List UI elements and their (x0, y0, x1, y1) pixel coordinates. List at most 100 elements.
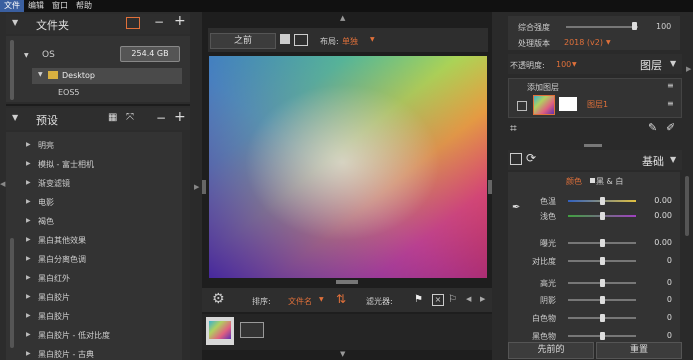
presets-scrollbar[interactable] (10, 238, 14, 348)
right-panel-splitter[interactable] (584, 144, 602, 147)
preset-expand-icon[interactable]: ▶ (26, 312, 31, 319)
presets-minus-icon[interactable]: − (156, 112, 166, 124)
version-chevron-down-icon[interactable]: ▼ (606, 39, 611, 46)
collapse-triangle-icon[interactable]: ▼ (12, 18, 18, 27)
presets-plus-icon[interactable]: + (174, 110, 186, 124)
sort-chevron-down-icon[interactable]: ▼ (319, 296, 324, 303)
preset-expand-icon[interactable]: ▶ (26, 160, 31, 167)
preset-expand-icon[interactable]: ▶ (26, 179, 31, 186)
reject-icon[interactable]: × (432, 294, 444, 306)
slider-thumb[interactable] (600, 314, 605, 322)
thumbnail-placeholder[interactable] (240, 322, 264, 338)
plus-icon[interactable]: + (174, 14, 186, 28)
grid-view-icon[interactable]: ▦ (108, 112, 117, 124)
reset-button[interactable]: 重置 (596, 342, 682, 359)
preset-item[interactable]: 黑白分离色调 (38, 254, 86, 265)
preset-item[interactable]: 模拟 - 富士相机 (38, 159, 94, 170)
sort-order-icon[interactable]: ⇅ (336, 292, 346, 306)
unflag-icon[interactable]: ⚐ (448, 294, 457, 305)
expand-icon[interactable]: ⤧ (126, 112, 134, 124)
crop-icon[interactable]: ⌗ (510, 121, 517, 136)
preset-item[interactable]: 黑白其他效果 (38, 235, 86, 246)
basic-scrollbar[interactable] (685, 176, 689, 236)
sub-folder-label[interactable]: EOS5 (58, 88, 80, 97)
collapse-bottom-icon[interactable]: ▼ (340, 350, 345, 358)
preset-item[interactable]: 电影 (38, 197, 54, 208)
layer-mask[interactable] (559, 97, 577, 111)
minus-icon[interactable]: − (154, 16, 164, 28)
compare-icon[interactable] (280, 34, 290, 44)
opacity-dropdown[interactable]: 100 (556, 60, 571, 69)
layout-dropdown[interactable]: 单独 (342, 36, 358, 47)
preset-item[interactable]: 黑白胶片 (38, 292, 70, 303)
slider-thumb[interactable] (600, 332, 605, 340)
bottom-splitter[interactable] (336, 280, 358, 284)
layers-chevron-down-icon[interactable]: ▼ (670, 59, 676, 68)
slider-thumb[interactable] (600, 296, 605, 304)
slider-thumb[interactable] (600, 279, 605, 287)
slider-thumb[interactable] (600, 212, 605, 220)
menu-window[interactable]: 窗口 (48, 0, 72, 12)
preset-expand-icon[interactable]: ▶ (26, 293, 31, 300)
preset-item[interactable]: 明亮 (38, 140, 54, 151)
preset-expand-icon[interactable]: ▶ (26, 217, 31, 224)
flag-icon[interactable]: ⚑ (414, 294, 423, 305)
preset-item[interactable]: 褐色 (38, 216, 54, 227)
strength-slider[interactable] (566, 26, 638, 28)
slider-thumb[interactable] (600, 197, 605, 205)
layout-chevron-down-icon[interactable]: ▼ (370, 36, 375, 43)
preset-expand-icon[interactable]: ▶ (26, 274, 31, 281)
previous-button[interactable]: 先前的 (508, 342, 594, 359)
add-layer-menu-icon[interactable]: ≡ (667, 81, 674, 90)
layer-name[interactable]: 图层1 (587, 99, 608, 110)
collapse-right-icon[interactable]: ▶ (686, 65, 691, 73)
menu-file[interactable]: 文件 (0, 0, 24, 12)
add-layer-label[interactable]: 添加图层 (527, 82, 559, 93)
main-image[interactable] (209, 56, 487, 278)
slider-thumb[interactable] (600, 239, 605, 247)
preset-expand-icon[interactable]: ▶ (26, 141, 31, 148)
folder-row-desktop[interactable]: ▼ Desktop (32, 68, 182, 84)
layer-menu-icon[interactable]: ≡ (667, 99, 674, 108)
preset-item[interactable]: 黑白红外 (38, 273, 70, 284)
basic-chevron-down-icon[interactable]: ▼ (670, 155, 676, 164)
desktop-expand-icon[interactable]: ▼ (38, 71, 43, 78)
thumbnail-selected[interactable] (206, 317, 234, 345)
gear-icon[interactable]: ⚙ (212, 291, 225, 307)
tab-color[interactable]: 颜色 (566, 176, 582, 187)
version-dropdown[interactable]: 2018 (v2) (564, 38, 603, 47)
strength-thumb[interactable] (632, 22, 638, 30)
presets-collapse-icon[interactable]: ▼ (12, 113, 18, 122)
view-icon[interactable] (294, 34, 308, 46)
drive-name[interactable]: OS (42, 50, 55, 60)
preset-item[interactable]: 黑白胶片 (38, 311, 70, 322)
chevron-left-icon[interactable]: ◀ (466, 295, 471, 303)
preset-item[interactable]: 黑白胶片 - 古典 (38, 349, 94, 360)
menu-edit[interactable]: 编辑 (24, 0, 48, 12)
preset-item[interactable]: 渐变滤镜 (38, 178, 70, 189)
menu-help[interactable]: 帮助 (72, 0, 96, 12)
layer-thumbnail[interactable] (533, 95, 555, 115)
brush-icon[interactable]: ✐ (666, 121, 675, 134)
reset-icon[interactable]: ⟳ (526, 151, 536, 165)
basic-mask-icon[interactable] (510, 153, 522, 165)
sort-dropdown[interactable]: 文件名 (288, 296, 312, 307)
folder-icon[interactable] (126, 17, 140, 29)
before-button[interactable]: 之前 (210, 33, 276, 49)
opacity-chevron-down-icon[interactable]: ▼ (572, 61, 577, 68)
collapse-top-icon[interactable]: ▲ (340, 14, 345, 22)
preset-expand-icon[interactable]: ▶ (26, 236, 31, 243)
preset-item[interactable]: 黑白胶片 - 低对比度 (38, 330, 110, 341)
preset-expand-icon[interactable]: ▶ (26, 350, 31, 357)
tab-bw[interactable]: 黑 & 白 (596, 176, 623, 187)
expand-left-icon[interactable]: ▶ (194, 183, 199, 191)
mask-toggle-icon[interactable] (517, 101, 527, 111)
preset-expand-icon[interactable]: ▶ (26, 331, 31, 338)
folders-scrollbar[interactable] (10, 40, 14, 100)
slider-thumb[interactable] (600, 257, 605, 265)
preset-expand-icon[interactable]: ▶ (26, 198, 31, 205)
drive-expand-icon[interactable]: ▼ (24, 52, 29, 59)
pen-icon[interactable]: ✎ (648, 121, 657, 134)
preset-expand-icon[interactable]: ▶ (26, 255, 31, 262)
chevron-right-icon[interactable]: ▶ (480, 295, 485, 303)
